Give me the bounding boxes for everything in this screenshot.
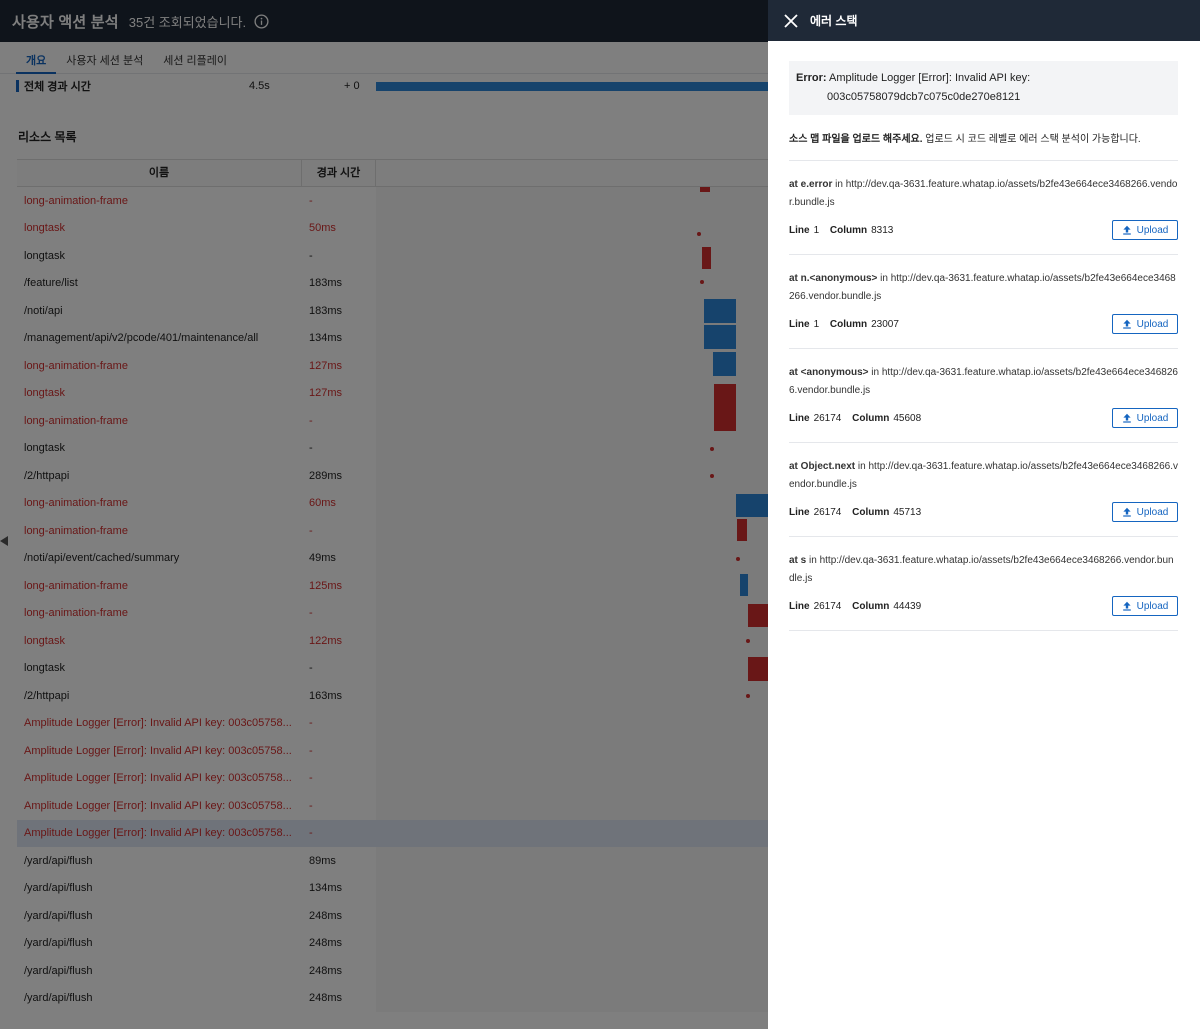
line-value: 26174	[813, 506, 842, 518]
stack-frame-position: Line 1 Column 8313 Upload	[789, 220, 1178, 240]
sourcemap-hint: 소스 맵 파일을 업로드 해주세요. 업로드 시 코드 레벨로 에러 스택 분석…	[789, 130, 1178, 161]
column-label: Column	[852, 506, 890, 518]
sourcemap-hint-text: 업로드 시 코드 레벨로 에러 스택 분석이 가능합니다.	[925, 134, 1141, 145]
error-stack-panel: 에러 스택 Error: Amplitude Logger [Error]: I…	[768, 0, 1200, 1029]
column-label: Column	[829, 224, 868, 236]
upload-icon	[1122, 507, 1132, 517]
stack-frame-function: at Object.next	[789, 461, 856, 472]
line-value: 1	[813, 318, 820, 330]
modal-backdrop[interactable]	[0, 0, 768, 1029]
panel-title: 에러 스택	[810, 14, 858, 28]
stack-frame-in: in	[880, 273, 888, 284]
upload-icon	[1122, 225, 1132, 235]
line-value: 26174	[813, 600, 842, 612]
stack-frame: at e.error in http://dev.qa-3631.feature…	[789, 161, 1178, 255]
error-message-line1: Amplitude Logger [Error]: Invalid API ke…	[829, 72, 1031, 84]
stack-frame: at Object.next in http://dev.qa-3631.fea…	[789, 443, 1178, 537]
column-value: 45713	[893, 506, 922, 518]
stack-frame-position: Line 26174 Column 44439 Upload	[789, 596, 1178, 616]
stack-frame-position: Line 26174 Column 45713 Upload	[789, 502, 1178, 522]
stack-frame-function: at <anonymous>	[789, 367, 869, 378]
stack-frame-position: Line 1 Column 23007 Upload	[789, 314, 1178, 334]
line-value: 26174	[813, 412, 842, 424]
sourcemap-hint-bold: 소스 맵 파일을 업로드 해주세요.	[789, 134, 923, 145]
upload-label: Upload	[1136, 506, 1169, 518]
column-value: 8313	[871, 224, 894, 236]
stack-frame-location: at <anonymous> in http://dev.qa-3631.fea…	[789, 364, 1178, 400]
stack-frame-function: at s	[789, 555, 807, 566]
line-label: Line	[789, 318, 810, 330]
upload-icon	[1122, 601, 1132, 611]
stack-frame-location: at n.<anonymous> in http://dev.qa-3631.f…	[789, 270, 1178, 306]
panel-body: Error: Amplitude Logger [Error]: Invalid…	[768, 41, 1200, 631]
stack-frame-location: at s in http://dev.qa-3631.feature.whata…	[789, 552, 1178, 588]
stack-frame-url: http://dev.qa-3631.feature.whatap.io/ass…	[789, 555, 1174, 584]
error-message-line2: 003c05758079dcb7c075c0de270e8121	[827, 91, 1021, 103]
stack-frame-in: in	[835, 179, 843, 190]
stack-frame-in: in	[857, 461, 866, 472]
stack-frame-in: in	[809, 555, 817, 566]
column-value: 23007	[871, 318, 899, 330]
stack-frame: at s in http://dev.qa-3631.feature.whata…	[789, 537, 1178, 631]
stack-frame-function: at e.error	[789, 179, 833, 190]
column-label: Column	[852, 600, 890, 612]
upload-label: Upload	[1136, 318, 1169, 330]
error-label: Error:	[796, 72, 827, 84]
stack-frame: at <anonymous> in http://dev.qa-3631.fea…	[789, 349, 1178, 443]
stack-frame-position: Line 26174 Column 45608 Upload	[789, 408, 1178, 428]
stack-frame-in: in	[871, 367, 880, 378]
upload-icon	[1122, 319, 1132, 329]
stack-frame-location: at Object.next in http://dev.qa-3631.fea…	[789, 458, 1178, 494]
close-icon[interactable]	[782, 12, 800, 30]
line-label: Line	[789, 506, 810, 518]
column-value: 44439	[893, 600, 922, 612]
upload-button[interactable]: Upload	[1112, 408, 1178, 428]
line-value: 1	[813, 224, 820, 236]
line-label: Line	[789, 224, 810, 236]
upload-label: Upload	[1136, 600, 1169, 612]
column-label: Column	[852, 412, 890, 424]
upload-label: Upload	[1136, 412, 1169, 424]
panel-header: 에러 스택	[768, 0, 1200, 41]
upload-button[interactable]: Upload	[1112, 220, 1178, 240]
line-label: Line	[789, 412, 810, 424]
line-label: Line	[789, 600, 810, 612]
upload-button[interactable]: Upload	[1112, 314, 1178, 334]
upload-icon	[1122, 413, 1132, 423]
stack-frame-list: at e.error in http://dev.qa-3631.feature…	[789, 161, 1178, 631]
stack-frame: at n.<anonymous> in http://dev.qa-3631.f…	[789, 255, 1178, 349]
error-message-box: Error: Amplitude Logger [Error]: Invalid…	[789, 61, 1178, 115]
stack-frame-url: http://dev.qa-3631.feature.whatap.io/ass…	[789, 179, 1178, 208]
upload-button[interactable]: Upload	[1112, 502, 1178, 522]
stack-frame-location: at e.error in http://dev.qa-3631.feature…	[789, 176, 1178, 212]
upload-button[interactable]: Upload	[1112, 596, 1178, 616]
upload-label: Upload	[1136, 224, 1169, 236]
column-label: Column	[829, 318, 868, 330]
column-value: 45608	[893, 412, 922, 424]
stack-frame-function: at n.<anonymous>	[789, 273, 878, 284]
